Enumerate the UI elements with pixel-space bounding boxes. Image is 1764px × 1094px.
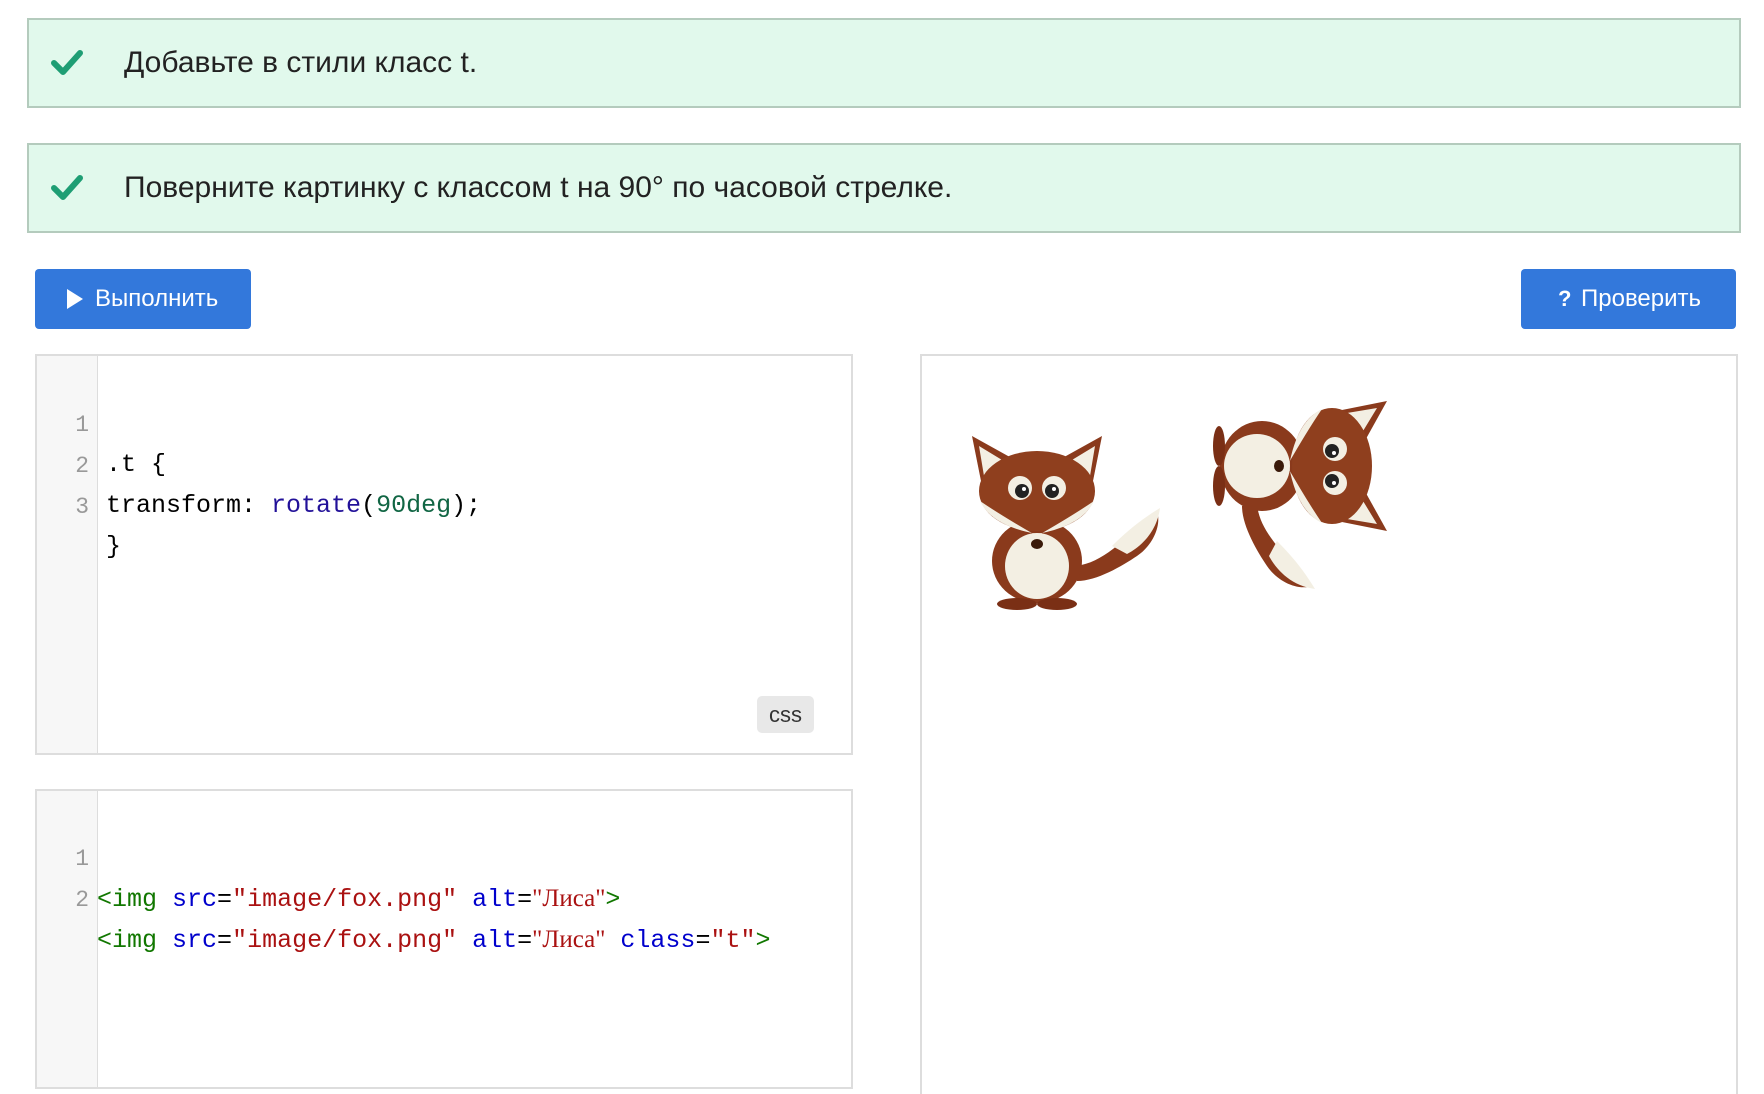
html-eq: = <box>217 926 233 955</box>
html-tag: > <box>755 926 771 955</box>
html-tag: > <box>605 885 621 914</box>
html-attr: alt <box>472 885 518 914</box>
html-tag: <img <box>97 885 158 914</box>
question-icon: ? <box>1558 286 1572 311</box>
play-icon <box>67 289 83 309</box>
task-text: Добавьте в стили класс t. <box>124 46 478 79</box>
run-button-label: Выполнить <box>95 285 219 312</box>
css-function: rotate <box>271 491 362 520</box>
css-paren: ( <box>361 491 377 520</box>
check-button-label: Проверить <box>1581 285 1702 312</box>
code-line: 2 <img src="image/fox.png" alt="Лиса" cl… <box>37 840 770 955</box>
line-number: 2 <box>75 887 89 913</box>
html-string: "image/fox.png" <box>232 885 458 914</box>
code-text: <img src="image/fox.png" alt="Лиса"> <box>97 879 620 920</box>
code-text: } <box>106 532 122 561</box>
html-string: "Лиса" <box>532 926 606 953</box>
code-line: 2 transform: rotate(90deg); <box>37 406 481 520</box>
css-close: ); <box>451 491 482 520</box>
html-string: "t" <box>710 926 756 955</box>
html-editor[interactable]: 1 <img src="image/fox.png" alt="Лиса"> 2… <box>35 789 853 1089</box>
line-number: 3 <box>75 494 89 520</box>
task-text: Поверните картинку с классом t на 90° по… <box>124 171 953 204</box>
html-eq: = <box>217 885 233 914</box>
html-attr: src <box>172 926 218 955</box>
css-number: 90deg <box>376 491 452 520</box>
task-item-2: Поверните картинку с классом t на 90° по… <box>27 143 1741 233</box>
html-eq: = <box>695 926 711 955</box>
html-attr: src <box>172 885 218 914</box>
code-text: <img src="image/fox.png" alt="Лиса" clas… <box>97 920 770 961</box>
html-eq: = <box>517 926 533 955</box>
code-line: 1 .t { <box>37 365 166 479</box>
css-editor[interactable]: 1 .t { 2 transform: rotate(90deg); 3 } c… <box>35 354 853 755</box>
check-icon <box>51 50 83 75</box>
language-badge: css <box>757 696 814 733</box>
html-eq: = <box>517 885 533 914</box>
code-text: transform: rotate(90deg); <box>106 486 481 526</box>
html-string: "image/fox.png" <box>232 926 458 955</box>
fox-image-rotated <box>1213 401 1387 589</box>
html-attr: class <box>620 926 696 955</box>
html-attr: alt <box>472 926 518 955</box>
code-text: .t { <box>106 450 167 479</box>
fox-image <box>972 436 1160 610</box>
code-line: 1 <img src="image/fox.png" alt="Лиса"> <box>37 799 620 914</box>
html-string: "Лиса" <box>532 885 606 912</box>
code-line: 3 } <box>37 447 121 561</box>
preview-pane <box>920 354 1738 1094</box>
html-tag: <img <box>97 926 158 955</box>
run-button[interactable]: Выполнить <box>35 269 251 329</box>
css-property: transform: <box>106 491 272 520</box>
check-button[interactable]: ? Проверить <box>1521 269 1736 329</box>
task-item-1: Добавьте в стили класс t. <box>27 18 1741 108</box>
check-icon <box>51 175 83 200</box>
